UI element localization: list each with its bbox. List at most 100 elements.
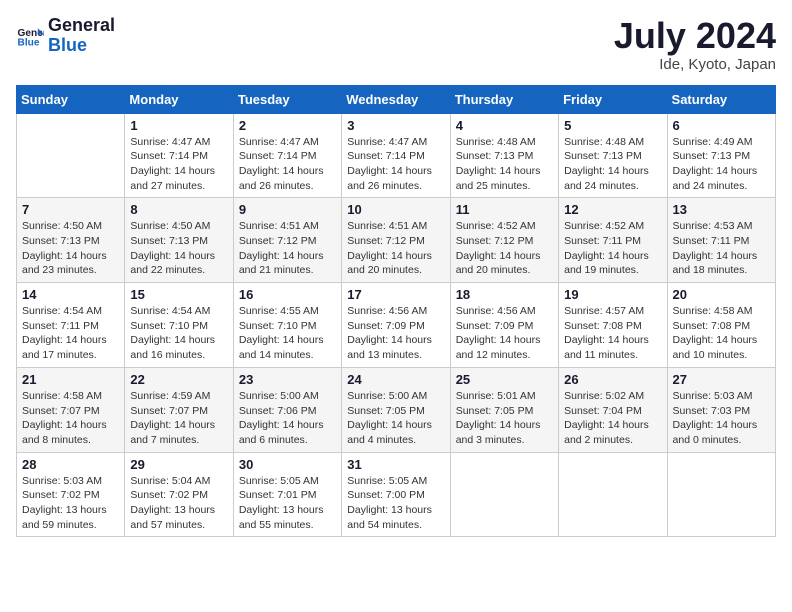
calendar-cell: 19 Sunrise: 4:57 AM Sunset: 7:08 PM Dayli…	[559, 283, 667, 368]
day-info: Sunrise: 4:56 AM Sunset: 7:09 PM Dayligh…	[456, 304, 553, 363]
day-info: Sunrise: 4:49 AM Sunset: 7:13 PM Dayligh…	[673, 135, 770, 194]
day-info: Sunrise: 4:51 AM Sunset: 7:12 PM Dayligh…	[347, 219, 444, 278]
calendar-cell: 6 Sunrise: 4:49 AM Sunset: 7:13 PM Daylig…	[667, 113, 775, 198]
calendar-cell: 31Sunrise: 5:05 AM Sunset: 7:00 PM Dayli…	[342, 452, 450, 537]
day-info: Sunrise: 4:48 AM Sunset: 7:13 PM Dayligh…	[456, 135, 553, 194]
day-number: 20	[673, 287, 770, 302]
day-info: Sunrise: 4:58 AM Sunset: 7:08 PM Dayligh…	[673, 304, 770, 363]
calendar-cell: 18 Sunrise: 4:56 AM Sunset: 7:09 PM Dayli…	[450, 283, 558, 368]
day-number: 3	[347, 118, 444, 133]
logo-icon: General Blue	[16, 22, 44, 50]
day-number: 23	[239, 372, 336, 387]
header-monday: Monday	[125, 85, 233, 113]
calendar-cell: 13Sunrise: 4:53 AM Sunset: 7:11 PM Dayli…	[667, 198, 775, 283]
calendar-cell: 28 Sunrise: 5:03 AM Sunset: 7:02 PM Dayli…	[17, 452, 125, 537]
calendar-cell: 14 Sunrise: 4:54 AM Sunset: 7:11 PM Dayli…	[17, 283, 125, 368]
day-info: Sunrise: 5:04 AM Sunset: 7:02 PM Dayligh…	[130, 474, 227, 533]
svg-text:Blue: Blue	[18, 37, 40, 48]
day-info: Sunrise: 4:48 AM Sunset: 7:13 PM Dayligh…	[564, 135, 661, 194]
calendar-cell: 3 Sunrise: 4:47 AM Sunset: 7:14 PM Daylig…	[342, 113, 450, 198]
calendar-cell: 21 Sunrise: 4:58 AM Sunset: 7:07 PM Dayli…	[17, 367, 125, 452]
header-tuesday: Tuesday	[233, 85, 341, 113]
day-info: Sunrise: 4:47 AM Sunset: 7:14 PM Dayligh…	[239, 135, 336, 194]
calendar-cell: 7 Sunrise: 4:50 AM Sunset: 7:13 PM Daylig…	[17, 198, 125, 283]
day-info: Sunrise: 5:05 AM Sunset: 7:01 PM Dayligh…	[239, 474, 336, 533]
calendar-cell: 5 Sunrise: 4:48 AM Sunset: 7:13 PM Daylig…	[559, 113, 667, 198]
day-info: Sunrise: 5:03 AM Sunset: 7:03 PM Dayligh…	[673, 389, 770, 448]
title-block: July 2024 Ide, Kyoto, Japan	[614, 16, 776, 73]
day-number: 4	[456, 118, 553, 133]
day-number: 10	[347, 202, 444, 217]
day-number: 15	[130, 287, 227, 302]
day-number: 28	[22, 457, 119, 472]
calendar-cell: 4 Sunrise: 4:48 AM Sunset: 7:13 PM Daylig…	[450, 113, 558, 198]
logo-line1: General Blue	[48, 16, 115, 56]
day-number: 16	[239, 287, 336, 302]
day-number: 14	[22, 287, 119, 302]
calendar-cell: 9 Sunrise: 4:51 AM Sunset: 7:12 PM Daylig…	[233, 198, 341, 283]
day-info: Sunrise: 4:47 AM Sunset: 7:14 PM Dayligh…	[130, 135, 227, 194]
calendar-cell: 1 Sunrise: 4:47 AM Sunset: 7:14 PM Daylig…	[125, 113, 233, 198]
calendar-cell: 24 Sunrise: 5:00 AM Sunset: 7:05 PM Dayli…	[342, 367, 450, 452]
day-number: 6	[673, 118, 770, 133]
calendar-cell: 16Sunrise: 4:55 AM Sunset: 7:10 PM Dayli…	[233, 283, 341, 368]
day-info: Sunrise: 4:50 AM Sunset: 7:13 PM Dayligh…	[22, 219, 119, 278]
day-number: 29	[130, 457, 227, 472]
calendar-cell: 20 Sunrise: 4:58 AM Sunset: 7:08 PM Dayli…	[667, 283, 775, 368]
day-number: 17	[347, 287, 444, 302]
calendar-cell: 30 Sunrise: 5:05 AM Sunset: 7:01 PM Dayli…	[233, 452, 341, 537]
day-number: 27	[673, 372, 770, 387]
day-number: 9	[239, 202, 336, 217]
day-number: 21	[22, 372, 119, 387]
day-info: Sunrise: 4:51 AM Sunset: 7:12 PM Dayligh…	[239, 219, 336, 278]
day-number: 1	[130, 118, 227, 133]
day-number: 7	[22, 202, 119, 217]
day-info: Sunrise: 4:53 AM Sunset: 7:11 PM Dayligh…	[673, 219, 770, 278]
day-number: 12	[564, 202, 661, 217]
day-number: 25	[456, 372, 553, 387]
day-info: Sunrise: 4:54 AM Sunset: 7:10 PM Dayligh…	[130, 304, 227, 363]
day-info: Sunrise: 4:56 AM Sunset: 7:09 PM Dayligh…	[347, 304, 444, 363]
header-friday: Friday	[559, 85, 667, 113]
header-thursday: Thursday	[450, 85, 558, 113]
day-info: Sunrise: 4:58 AM Sunset: 7:07 PM Dayligh…	[22, 389, 119, 448]
calendar-row-3: 14 Sunrise: 4:54 AM Sunset: 7:11 PM Dayli…	[17, 283, 776, 368]
page-header: General Blue General Blue July 2024 Ide,…	[16, 16, 776, 73]
day-number: 26	[564, 372, 661, 387]
day-info: Sunrise: 5:05 AM Sunset: 7:00 PM Dayligh…	[347, 474, 444, 533]
calendar-row-4: 21 Sunrise: 4:58 AM Sunset: 7:07 PM Dayli…	[17, 367, 776, 452]
calendar-cell: 8Sunrise: 4:50 AM Sunset: 7:13 PM Daylig…	[125, 198, 233, 283]
header-row: Sunday Monday Tuesday Wednesday Thursday…	[17, 85, 776, 113]
day-number: 18	[456, 287, 553, 302]
day-number: 22	[130, 372, 227, 387]
day-number: 24	[347, 372, 444, 387]
day-info: Sunrise: 4:52 AM Sunset: 7:11 PM Dayligh…	[564, 219, 661, 278]
calendar-cell: 25 Sunrise: 5:01 AM Sunset: 7:05 PM Dayli…	[450, 367, 558, 452]
day-number: 5	[564, 118, 661, 133]
calendar-row-1: 1 Sunrise: 4:47 AM Sunset: 7:14 PM Daylig…	[17, 113, 776, 198]
day-info: Sunrise: 4:52 AM Sunset: 7:12 PM Dayligh…	[456, 219, 553, 278]
calendar-cell	[17, 113, 125, 198]
day-info: Sunrise: 5:02 AM Sunset: 7:04 PM Dayligh…	[564, 389, 661, 448]
day-number: 30	[239, 457, 336, 472]
calendar-row-2: 7 Sunrise: 4:50 AM Sunset: 7:13 PM Daylig…	[17, 198, 776, 283]
day-info: Sunrise: 5:03 AM Sunset: 7:02 PM Dayligh…	[22, 474, 119, 533]
day-info: Sunrise: 5:00 AM Sunset: 7:05 PM Dayligh…	[347, 389, 444, 448]
day-info: Sunrise: 4:54 AM Sunset: 7:11 PM Dayligh…	[22, 304, 119, 363]
calendar-cell	[559, 452, 667, 537]
day-info: Sunrise: 4:59 AM Sunset: 7:07 PM Dayligh…	[130, 389, 227, 448]
header-saturday: Saturday	[667, 85, 775, 113]
day-info: Sunrise: 4:47 AM Sunset: 7:14 PM Dayligh…	[347, 135, 444, 194]
calendar-cell: 17 Sunrise: 4:56 AM Sunset: 7:09 PM Dayli…	[342, 283, 450, 368]
calendar-row-5: 28 Sunrise: 5:03 AM Sunset: 7:02 PM Dayli…	[17, 452, 776, 537]
calendar-cell: 12 Sunrise: 4:52 AM Sunset: 7:11 PM Dayli…	[559, 198, 667, 283]
day-info: Sunrise: 5:01 AM Sunset: 7:05 PM Dayligh…	[456, 389, 553, 448]
day-info: Sunrise: 4:57 AM Sunset: 7:08 PM Dayligh…	[564, 304, 661, 363]
location: Ide, Kyoto, Japan	[614, 56, 776, 73]
day-number: 2	[239, 118, 336, 133]
calendar-cell: 15 Sunrise: 4:54 AM Sunset: 7:10 PM Dayli…	[125, 283, 233, 368]
day-info: Sunrise: 5:00 AM Sunset: 7:06 PM Dayligh…	[239, 389, 336, 448]
calendar-cell: 2 Sunrise: 4:47 AM Sunset: 7:14 PM Daylig…	[233, 113, 341, 198]
day-number: 19	[564, 287, 661, 302]
header-wednesday: Wednesday	[342, 85, 450, 113]
